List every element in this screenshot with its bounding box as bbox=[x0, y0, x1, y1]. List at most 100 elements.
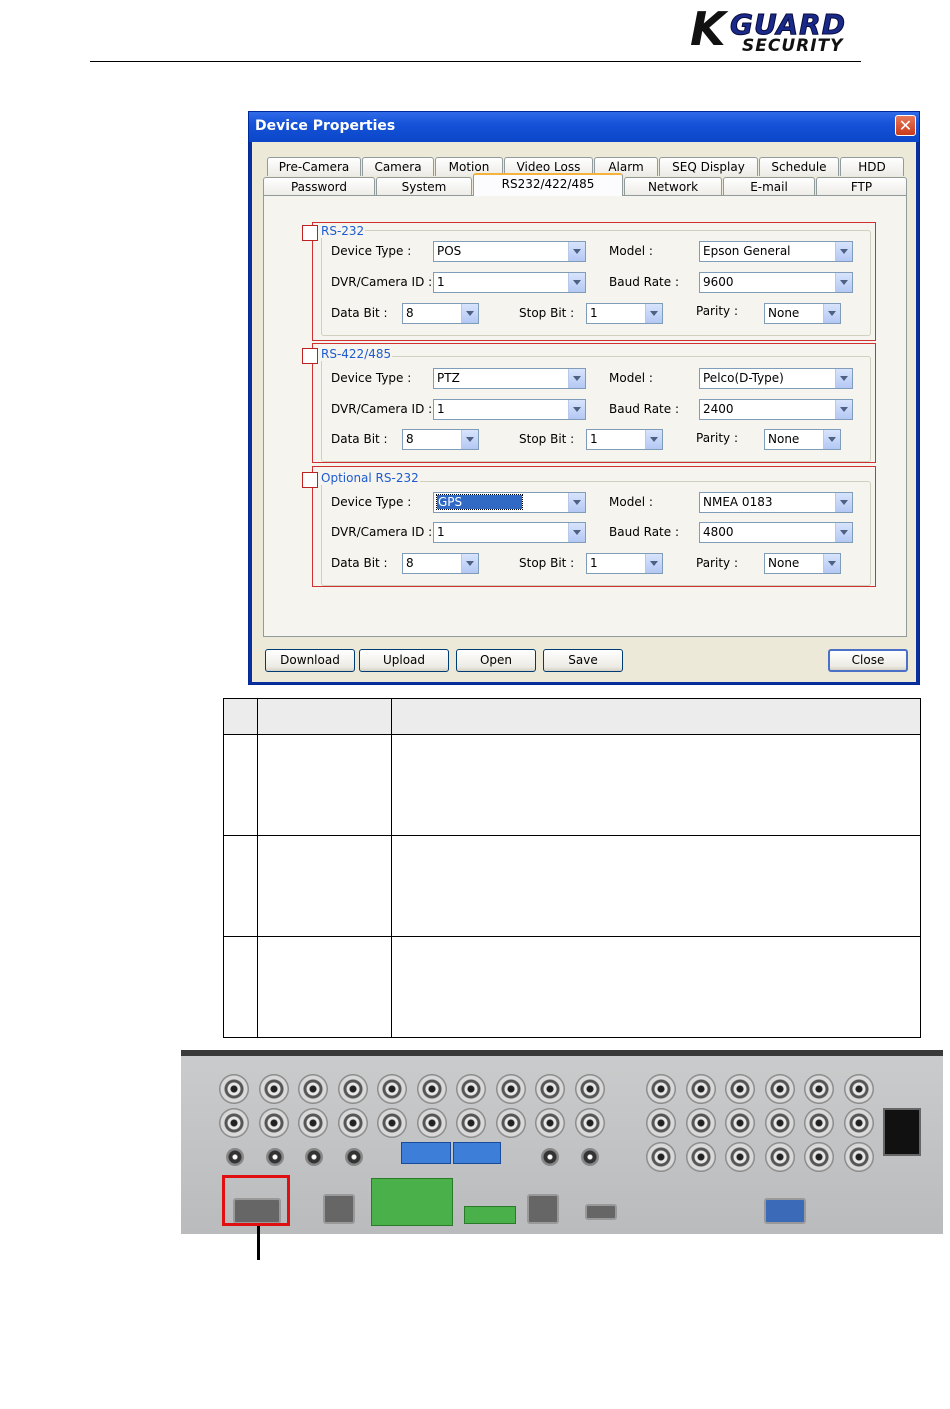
rca-connector bbox=[305, 1148, 323, 1166]
tab-hdd[interactable]: HDD bbox=[840, 157, 904, 176]
chevron-down-icon[interactable] bbox=[461, 554, 478, 573]
ethernet-port bbox=[527, 1194, 559, 1224]
chevron-down-icon[interactable] bbox=[823, 304, 840, 323]
description-table bbox=[223, 698, 921, 1038]
bnc-connector bbox=[496, 1108, 526, 1138]
bnc-connector bbox=[686, 1074, 716, 1104]
dvr-camera-id-select[interactable]: 1 bbox=[433, 272, 586, 293]
tab-camera[interactable]: Camera bbox=[362, 157, 434, 176]
stop-bit-select[interactable]: 1 bbox=[586, 429, 663, 450]
model-label: Model : bbox=[609, 244, 653, 258]
tab-seq-display[interactable]: SEQ Display bbox=[659, 157, 758, 176]
bnc-connector bbox=[338, 1108, 368, 1138]
save-button[interactable]: Save bbox=[543, 649, 623, 672]
dvr-camera-id-label: DVR/Camera ID : bbox=[331, 525, 433, 539]
rs422-enable-checkbox[interactable] bbox=[302, 348, 318, 364]
baud-rate-select[interactable]: 9600 bbox=[699, 272, 853, 293]
tab-ftp[interactable]: FTP bbox=[816, 177, 907, 196]
bnc-connector bbox=[844, 1108, 874, 1138]
table-cell bbox=[257, 936, 392, 1038]
open-button[interactable]: Open bbox=[456, 649, 536, 672]
bnc-connector bbox=[804, 1074, 834, 1104]
tab-schedule[interactable]: Schedule bbox=[759, 157, 839, 176]
chevron-down-icon[interactable] bbox=[645, 554, 662, 573]
bnc-connector bbox=[298, 1108, 328, 1138]
table-cell bbox=[223, 835, 258, 937]
chevron-down-icon[interactable] bbox=[835, 493, 852, 512]
bnc-connector bbox=[259, 1074, 289, 1104]
rca-connector bbox=[345, 1148, 363, 1166]
parity-select[interactable]: None bbox=[764, 303, 841, 324]
data-bit-label: Data Bit : bbox=[331, 556, 388, 570]
stop-bit-select[interactable]: 1 bbox=[586, 303, 663, 324]
chevron-down-icon[interactable] bbox=[823, 430, 840, 449]
bnc-connector bbox=[725, 1074, 755, 1104]
chevron-down-icon[interactable] bbox=[568, 523, 585, 542]
terminal-block bbox=[371, 1178, 453, 1226]
chevron-down-icon[interactable] bbox=[823, 554, 840, 573]
chevron-down-icon[interactable] bbox=[568, 369, 585, 388]
dvr-camera-id-select[interactable]: 1 bbox=[433, 522, 586, 543]
parity-select[interactable]: None bbox=[764, 429, 841, 450]
chevron-down-icon[interactable] bbox=[835, 273, 852, 292]
tab-system[interactable]: System bbox=[376, 177, 472, 196]
model-select[interactable]: Pelco(D-Type) bbox=[699, 368, 853, 389]
optional-rs232-enable-checkbox[interactable] bbox=[302, 472, 318, 488]
chevron-down-icon[interactable] bbox=[461, 304, 478, 323]
baud-rate-value: 9600 bbox=[703, 275, 734, 289]
chevron-down-icon[interactable] bbox=[645, 430, 662, 449]
tab-rs232-422-485[interactable]: RS232/422/485 bbox=[473, 173, 623, 196]
bnc-connector bbox=[646, 1074, 676, 1104]
device-type-select[interactable]: POS bbox=[433, 241, 586, 262]
close-icon[interactable]: ✕ bbox=[895, 115, 916, 136]
close-button[interactable]: Close bbox=[828, 649, 908, 672]
chevron-down-icon[interactable] bbox=[461, 430, 478, 449]
device-type-value: PTZ bbox=[437, 371, 460, 385]
chevron-down-icon[interactable] bbox=[645, 304, 662, 323]
data-bit-select[interactable]: 8 bbox=[402, 553, 479, 574]
chevron-down-icon[interactable] bbox=[568, 273, 585, 292]
tab-network[interactable]: Network bbox=[624, 177, 722, 196]
chevron-down-icon[interactable] bbox=[568, 242, 585, 261]
data-bit-select[interactable]: 8 bbox=[402, 429, 479, 450]
bnc-connector bbox=[417, 1074, 447, 1104]
tab-password[interactable]: Password bbox=[263, 177, 375, 196]
download-button[interactable]: Download bbox=[265, 649, 355, 672]
table-cell bbox=[391, 835, 921, 937]
terminal-block bbox=[464, 1206, 516, 1224]
bnc-connector bbox=[219, 1074, 249, 1104]
chevron-down-icon[interactable] bbox=[568, 400, 585, 419]
tab-pre-camera[interactable]: Pre-Camera bbox=[267, 157, 361, 176]
device-type-label: Device Type : bbox=[331, 244, 412, 258]
device-type-select[interactable]: GPS bbox=[433, 492, 586, 513]
chevron-down-icon[interactable] bbox=[835, 400, 852, 419]
model-select[interactable]: NMEA 0183 bbox=[699, 492, 853, 513]
baud-rate-select[interactable]: 4800 bbox=[699, 522, 853, 543]
table-cell bbox=[223, 936, 258, 1038]
parity-select[interactable]: None bbox=[764, 553, 841, 574]
data-bit-select[interactable]: 8 bbox=[402, 303, 479, 324]
chevron-down-icon[interactable] bbox=[835, 523, 852, 542]
stop-bit-value: 1 bbox=[590, 556, 598, 570]
stop-bit-select[interactable]: 1 bbox=[586, 553, 663, 574]
parity-value: None bbox=[768, 556, 800, 570]
header-rule bbox=[90, 61, 861, 62]
device-type-select[interactable]: PTZ bbox=[433, 368, 586, 389]
chevron-down-icon[interactable] bbox=[568, 493, 585, 512]
upload-button[interactable]: Upload bbox=[359, 649, 449, 672]
table-header-cell bbox=[391, 698, 921, 735]
rs232-enable-checkbox[interactable] bbox=[302, 225, 318, 241]
dialog-titlebar[interactable]: Device Properties ✕ bbox=[249, 112, 919, 142]
chevron-down-icon[interactable] bbox=[835, 369, 852, 388]
vga-port bbox=[764, 1198, 806, 1224]
bnc-connector bbox=[535, 1108, 565, 1138]
parity-value: None bbox=[768, 432, 800, 446]
chevron-down-icon[interactable] bbox=[835, 242, 852, 261]
stop-bit-value: 1 bbox=[590, 306, 598, 320]
dvr-camera-id-select[interactable]: 1 bbox=[433, 399, 586, 420]
baud-rate-select[interactable]: 2400 bbox=[699, 399, 853, 420]
tab-email[interactable]: E-mail bbox=[723, 177, 815, 196]
dip-switch bbox=[401, 1142, 451, 1164]
model-select[interactable]: Epson General bbox=[699, 241, 853, 262]
bnc-connector bbox=[765, 1108, 795, 1138]
